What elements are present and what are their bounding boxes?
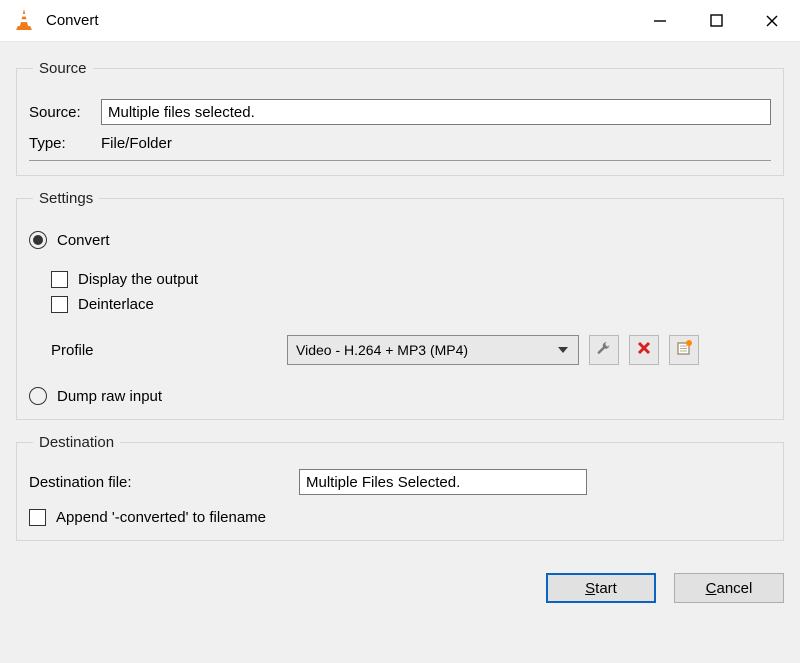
checkbox-icon [29, 509, 46, 526]
source-group: Source Source: Type: File/Folder [16, 60, 784, 176]
profile-label: Profile [29, 342, 287, 359]
radio-icon [29, 387, 47, 405]
append-converted-label: Append '-converted' to filename [56, 509, 266, 526]
destination-file-label: Destination file: [29, 474, 299, 491]
checkbox-icon [51, 296, 68, 313]
close-button[interactable] [744, 0, 800, 41]
wrench-icon [596, 340, 612, 360]
profile-combobox[interactable]: Video - H.264 + MP3 (MP4) [287, 335, 579, 365]
checkbox-icon [51, 271, 68, 288]
source-legend: Source [33, 60, 93, 77]
display-output-label: Display the output [78, 271, 198, 288]
window-controls [632, 0, 800, 41]
new-profile-icon [676, 340, 692, 360]
destination-legend: Destination [33, 434, 120, 451]
window-title: Convert [46, 12, 99, 29]
chevron-down-icon [558, 342, 568, 358]
append-converted-checkbox[interactable]: Append '-converted' to filename [29, 509, 771, 526]
convert-radio-label: Convert [57, 232, 110, 249]
maximize-button[interactable] [688, 0, 744, 41]
type-label: Type: [29, 135, 101, 152]
settings-legend: Settings [33, 190, 99, 207]
titlebar: Convert [0, 0, 800, 42]
delete-profile-button[interactable] [629, 335, 659, 365]
profile-selected-value: Video - H.264 + MP3 (MP4) [296, 342, 468, 358]
start-button[interactable]: Start [546, 573, 656, 603]
source-input[interactable] [101, 99, 771, 125]
minimize-button[interactable] [632, 0, 688, 41]
cancel-button[interactable]: Cancel [674, 573, 784, 603]
type-value: File/Folder [101, 135, 172, 152]
new-profile-button[interactable] [669, 335, 699, 365]
display-output-checkbox[interactable]: Display the output [51, 271, 771, 288]
footer: Start Cancel [0, 569, 800, 603]
vlc-cone-icon [14, 8, 34, 34]
settings-group: Settings Convert Display the output Dein… [16, 190, 784, 420]
convert-radio[interactable]: Convert [29, 231, 771, 249]
radio-icon [29, 231, 47, 249]
dump-raw-input-radio[interactable]: Dump raw input [29, 387, 771, 405]
deinterlace-checkbox[interactable]: Deinterlace [51, 296, 771, 313]
edit-profile-button[interactable] [589, 335, 619, 365]
dump-raw-label: Dump raw input [57, 388, 162, 405]
destination-file-input[interactable] [299, 469, 587, 495]
start-button-label: Start [585, 580, 617, 597]
cancel-button-label: Cancel [706, 580, 753, 597]
destination-group: Destination Destination file: Append '-c… [16, 434, 784, 541]
deinterlace-label: Deinterlace [78, 296, 154, 313]
source-label: Source: [29, 104, 101, 121]
delete-x-icon [637, 341, 651, 359]
